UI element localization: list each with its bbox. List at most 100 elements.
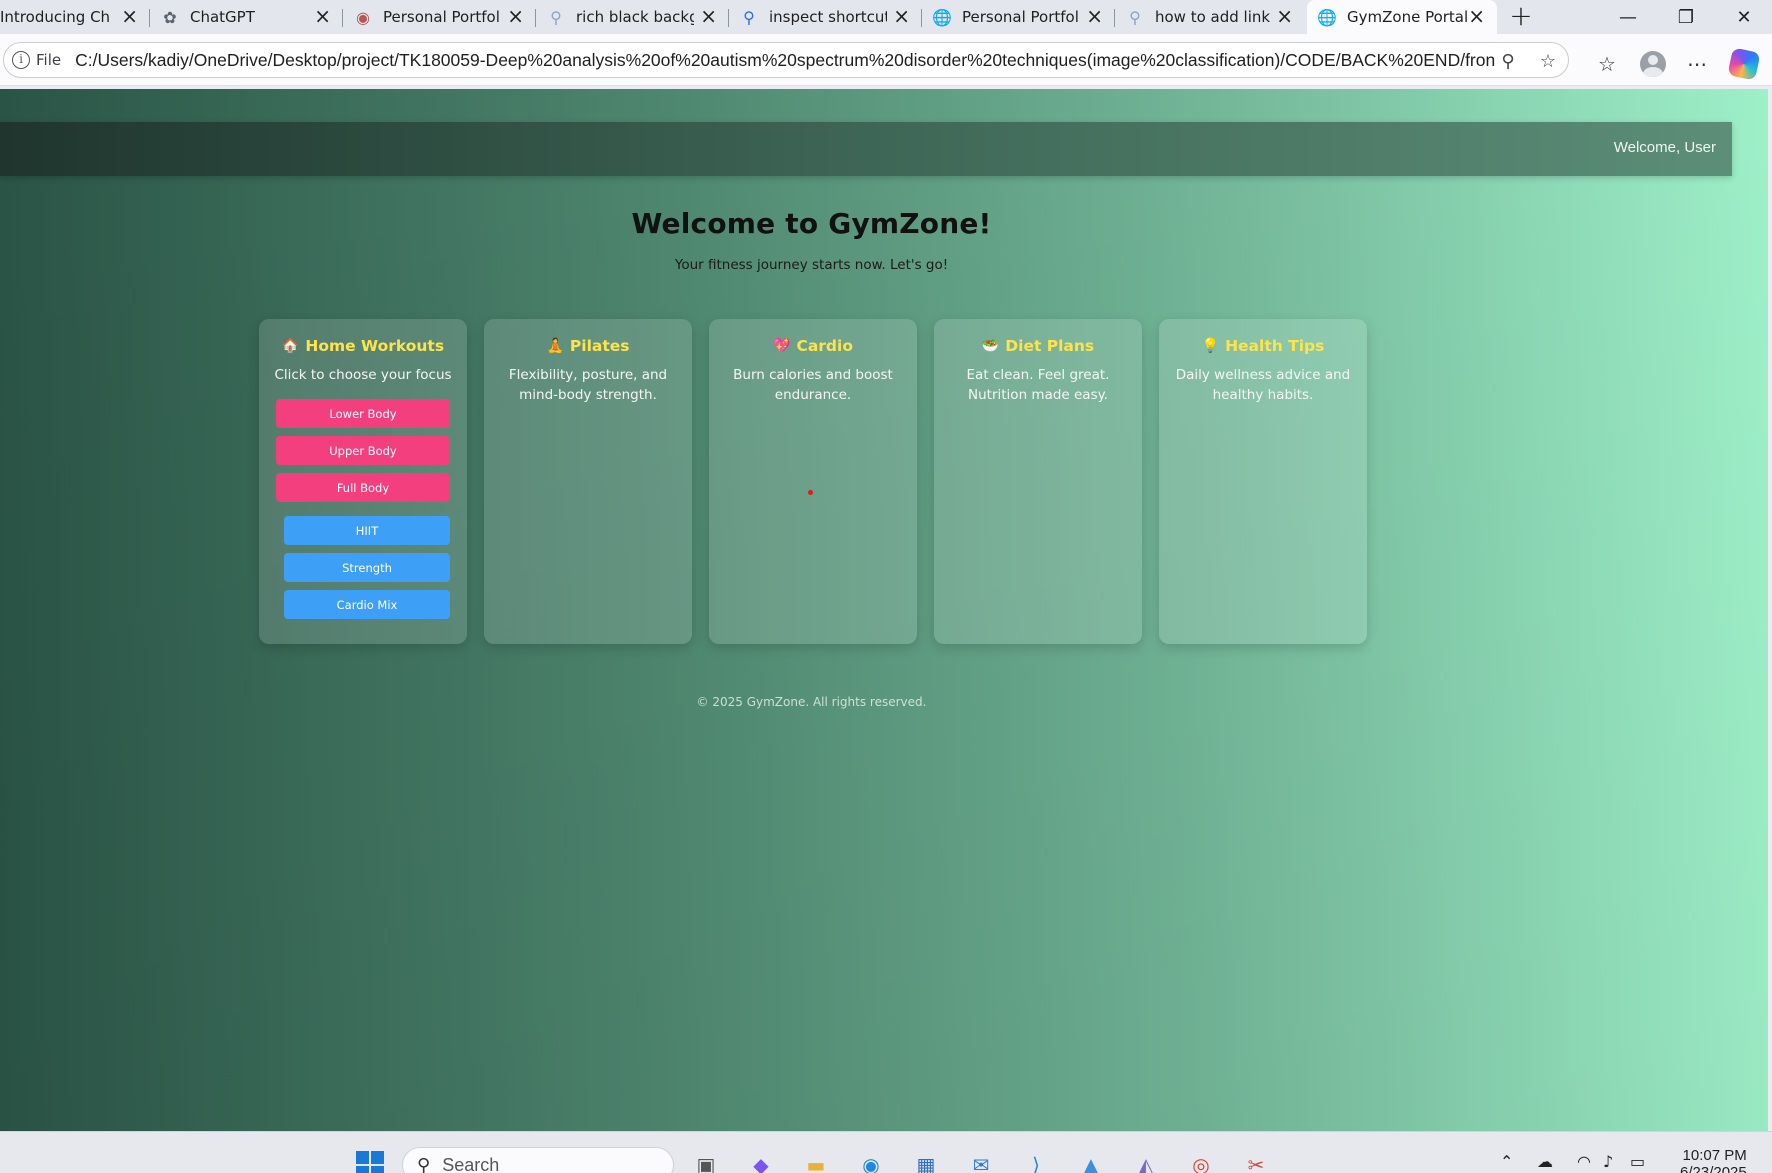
close-tab-icon[interactable]: × (314, 6, 331, 26)
card-health-tips[interactable]: 💡 Health Tips Daily wellness advice and … (1159, 319, 1367, 644)
volume-icon[interactable]: ♪ (1603, 1152, 1613, 1171)
clock-date: 6/23/2025 (1680, 1164, 1747, 1173)
card-title: Health Tips (1225, 337, 1325, 355)
close-tab-icon[interactable]: × (1086, 6, 1103, 26)
chevron-up-icon[interactable]: ⌃ (1500, 1152, 1513, 1171)
tab-title: ChatGPT (190, 8, 255, 26)
tab-introducing-chatgpt[interactable]: Introducing Chat( × (0, 0, 150, 34)
portfolio-icon: ◉ (356, 7, 370, 27)
clock-time: 10:07 PM (1682, 1147, 1747, 1164)
card-cardio[interactable]: 💖 Cardio Burn calories and boost enduran… (709, 319, 917, 644)
welcome-user-text: Welcome, User (1613, 139, 1716, 156)
card-title: Pilates (569, 337, 630, 355)
close-tab-icon[interactable]: × (1468, 6, 1485, 26)
tab-rich-black-background[interactable]: ⚲ rich black backgr × (536, 0, 729, 34)
card-title: Home Workouts (305, 337, 445, 355)
tab-title: rich black backgr (576, 8, 694, 26)
tab-personal-portfolio-2[interactable]: 🌐 Personal Portfolio × (922, 0, 1115, 34)
full-body-button[interactable]: Full Body (276, 473, 450, 502)
card-description: Eat clean. Feel great. Nutrition made ea… (966, 367, 1110, 403)
card-description: Daily wellness advice and healthy habits… (1175, 367, 1351, 403)
upper-body-button[interactable]: Upper Body (276, 436, 450, 465)
zoom-icon[interactable]: ⚲ (1494, 47, 1522, 75)
scheme-label: File (36, 51, 62, 69)
chrome-icon[interactable]: ◎ (1185, 1149, 1217, 1173)
tab-personal-portfolio[interactable]: ◉ Personal Portfolio × (343, 0, 536, 34)
onedrive-icon[interactable]: ☁ (1537, 1152, 1553, 1171)
task-view-icon[interactable]: ▣ (690, 1149, 722, 1173)
tab-title: inspect shortcut - (769, 8, 887, 26)
vscode-icon[interactable]: ⟩ (1020, 1149, 1052, 1173)
taskbar: ⚲ Search ▣ ◆ ▬ ◉ ▦ ✉ ⟩ ▲ ◭ ◎ ✂ ⌃ ☁ ◠ ♪ ▭… (0, 1131, 1772, 1173)
windows-start-icon[interactable] (356, 1151, 384, 1173)
tab-title: how to add link to (1155, 8, 1273, 26)
search-icon: ⚲ (550, 7, 562, 27)
site-header: Welcome, User (0, 122, 1732, 176)
address-toolbar: i File C:/Users/kadiy/OneDrive/Desktop/p… (0, 34, 1772, 86)
close-tab-icon[interactable]: × (1276, 6, 1293, 26)
battery-icon[interactable]: ▭ (1630, 1152, 1645, 1171)
photos-icon[interactable]: ▲ (1075, 1149, 1107, 1173)
cursor-dot (808, 490, 813, 495)
page-title: Welcome to GymZone! (631, 207, 992, 240)
more-menu-icon[interactable]: ⋯ (1680, 47, 1714, 81)
taskbar-search[interactable]: ⚲ Search (402, 1147, 674, 1173)
card-title: Cardio (796, 337, 853, 355)
tab-strip: Introducing Chat( × ✿ ChatGPT × ◉ Person… (0, 0, 1772, 34)
cardio-mix-button[interactable]: Cardio Mix (284, 590, 450, 619)
snipping-tool-icon[interactable]: ✂ (1240, 1149, 1272, 1173)
outlook-icon[interactable]: ✉ (965, 1149, 997, 1173)
tab-title: Personal Portfolio (962, 8, 1080, 26)
card-description: Burn calories and boost endurance. (733, 367, 893, 403)
info-icon: i (12, 51, 30, 69)
strength-button[interactable]: Strength (284, 553, 450, 582)
restore-icon[interactable]: ❐ (1658, 0, 1714, 34)
favorites-icon[interactable]: ☆ (1590, 47, 1624, 81)
search-icon: ⚲ (1129, 7, 1141, 27)
close-tab-icon[interactable]: × (121, 6, 138, 26)
globe-icon: 🌐 (932, 7, 952, 27)
close-tab-icon[interactable]: × (893, 6, 910, 26)
lightbulb-icon: 💡 (1201, 338, 1220, 354)
tab-inspect-shortcut[interactable]: ⚲ inspect shortcut - × (729, 0, 922, 34)
app-icon[interactable]: ◭ (1130, 1149, 1162, 1173)
card-description: Flexibility, posture, and mind-body stre… (508, 367, 668, 403)
yoga-icon: 🧘 (546, 338, 564, 354)
search-placeholder: Search (442, 1154, 500, 1173)
address-bar[interactable]: i File C:/Users/kadiy/OneDrive/Desktop/p… (3, 42, 1569, 78)
salad-icon: 🥗 (981, 338, 1000, 354)
page-subtitle: Your fitness journey starts now. Let's g… (674, 257, 949, 273)
close-tab-icon[interactable]: × (507, 6, 524, 26)
new-tab-button[interactable]: + (1506, 0, 1536, 34)
card-diet-plans[interactable]: 🥗 Diet Plans Eat clean. Feel great. Nutr… (934, 319, 1142, 644)
card-home-workouts[interactable]: 🏠 Home Workouts Click to choose your foc… (259, 319, 467, 644)
close-window-icon[interactable]: ✕ (1716, 0, 1772, 34)
openai-icon: ✿ (163, 7, 177, 27)
tab-gymzone-portal[interactable]: 🌐 GymZone Portal × (1307, 0, 1497, 34)
hiit-button[interactable]: HIIT (284, 516, 450, 545)
file-explorer-icon[interactable]: ▬ (800, 1149, 832, 1173)
card-title: Diet Plans (1005, 337, 1095, 355)
favorite-star-icon[interactable]: ☆ (1534, 47, 1562, 75)
profile-avatar[interactable] (1640, 51, 1666, 77)
footer-copyright: © 2025 GymZone. All rights reserved. (696, 695, 927, 709)
taskbar-clock[interactable]: 10:07 PM 6/23/2025 (1680, 1147, 1747, 1173)
wifi-icon[interactable]: ◠ (1577, 1152, 1591, 1171)
search-icon: ⚲ (417, 1154, 431, 1173)
edge-icon[interactable]: ◉ (855, 1149, 887, 1173)
search-icon: ⚲ (743, 7, 755, 27)
copilot-app-icon[interactable]: ◆ (745, 1149, 777, 1173)
lower-body-button[interactable]: Lower Body (276, 399, 450, 428)
url-text[interactable]: C:/Users/kadiy/OneDrive/Desktop/project/… (75, 50, 1495, 71)
tab-title: Personal Portfolio (383, 8, 501, 26)
site-info-chip[interactable]: i File (12, 51, 61, 69)
globe-icon: 🌐 (1317, 7, 1337, 27)
card-description: Click to choose your focus (274, 367, 452, 383)
close-tab-icon[interactable]: × (700, 6, 717, 26)
card-pilates[interactable]: 🧘 Pilates Flexibility, posture, and mind… (484, 319, 692, 644)
store-icon[interactable]: ▦ (910, 1149, 942, 1173)
tab-how-to-add-link[interactable]: ⚲ how to add link to × (1115, 0, 1305, 34)
tab-title: GymZone Portal (1347, 8, 1467, 26)
tab-chatgpt[interactable]: ✿ ChatGPT × (150, 0, 343, 34)
minimize-icon[interactable]: — (1600, 0, 1656, 34)
